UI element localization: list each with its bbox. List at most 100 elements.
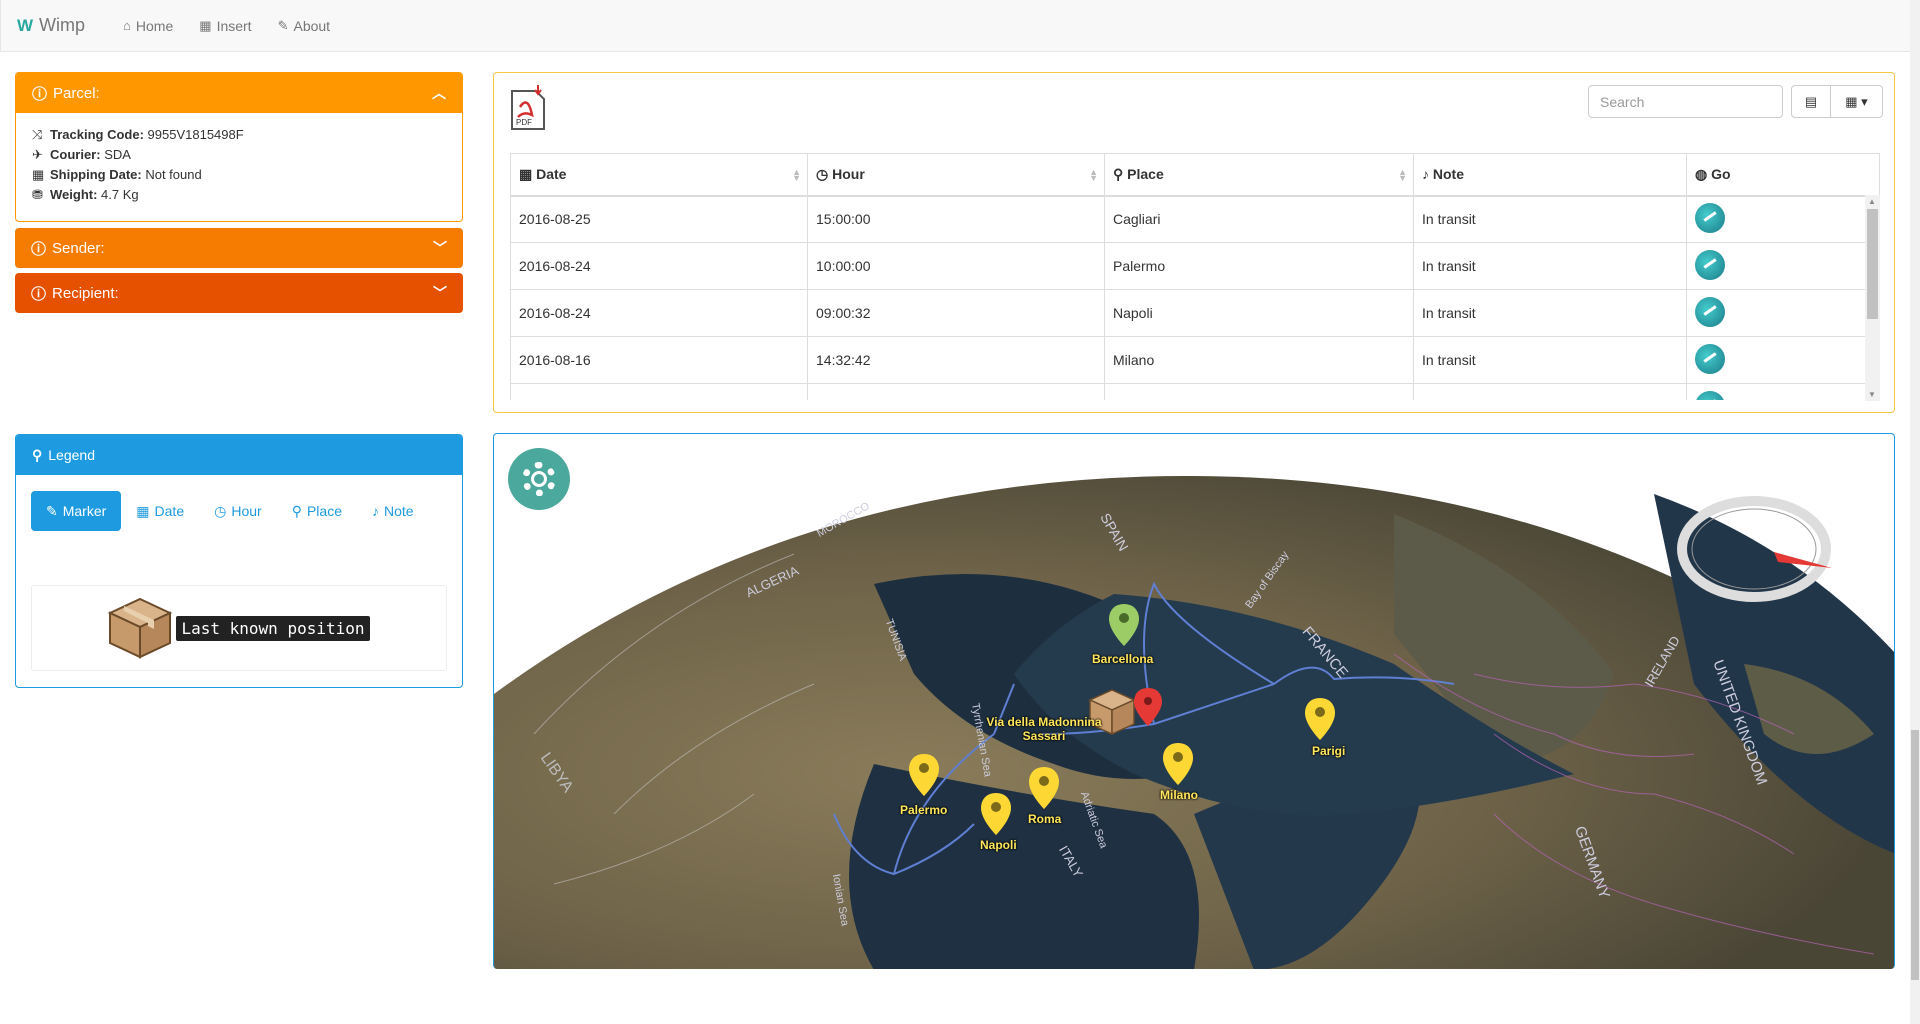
tab-hour[interactable]: ◷ Hour: [199, 491, 277, 531]
table-row[interactable]: 2016-08-16 14:32:42 Milano In transit: [510, 336, 1880, 384]
table-row[interactable]: 2016-08-25 15:00:00 Cagliari In transit: [510, 195, 1880, 243]
cell-note: In transit: [1413, 195, 1687, 243]
table-scroll-area[interactable]: ▦ Date ▲ ▼ ◷ Hour ▲ ▼ ⚲ Place ▲ ▼ ♪ Note ◍ Go …: [510, 153, 1880, 400]
cell-hour: 09:00:32: [807, 289, 1105, 337]
pdf-export-icon[interactable]: PDF: [510, 85, 546, 131]
toggle-view-button[interactable]: ▤: [1791, 85, 1831, 118]
go-to-location-icon[interactable]: [1695, 343, 1725, 374]
go-to-location-icon[interactable]: [1695, 249, 1725, 280]
scroll-thumb[interactable]: [1867, 209, 1878, 319]
table-row[interactable]: 2016-08-24 10:00:00 Palermo In transit: [510, 242, 1880, 290]
sender-header[interactable]: ⓘ Sender: ﹀: [15, 228, 463, 268]
col-hour-header[interactable]: ◷ Hour ▲ ▼: [807, 153, 1105, 197]
page-scrollbar[interactable]: [1910, 0, 1920, 1024]
parcel-details: ⤨ Tracking Code: 9955V1815498F ✈ Courier: …: [16, 113, 462, 217]
col-date-header[interactable]: ▦ Date ▲ ▼: [510, 153, 808, 197]
parcel-box-icon: [108, 597, 173, 659]
cell-go: [1686, 336, 1880, 384]
search-input[interactable]: Search: [1588, 85, 1783, 118]
go-to-location-icon[interactable]: [1695, 202, 1725, 233]
tab-note-label: Note: [383, 503, 414, 519]
col-hour-label: Hour: [832, 165, 865, 182]
recipient-title: Recipient:: [52, 284, 119, 302]
legend-header: ⚲ Legend: [16, 435, 462, 475]
table-row[interactable]: 2016-08-24 09:00:32 Napoli In transit: [510, 289, 1880, 337]
map-panel[interactable]: Barcellona Via della Madonnina Sassari P…: [493, 433, 1895, 969]
table-scrollbar[interactable]: ▲ ▼: [1865, 195, 1880, 401]
col-go-label: Go: [1711, 165, 1731, 182]
search-icon: ⚲: [32, 446, 43, 463]
sort-icon: ▲ ▼: [1089, 167, 1098, 183]
chevron-down-icon[interactable]: ﹀: [433, 283, 447, 303]
tab-hour-label: Hour: [231, 503, 262, 519]
parcel-header[interactable]: ⓘ Parcel: ︿: [16, 73, 462, 113]
cell-note: [1413, 383, 1687, 400]
cell-go: [1686, 195, 1880, 243]
go-to-location-icon[interactable]: [1695, 296, 1725, 327]
map-marker-yellow-icon[interactable]: [907, 752, 941, 798]
map-marker-icon: ⚲: [1113, 165, 1128, 182]
go-to-location-icon[interactable]: [1695, 390, 1725, 400]
sort-icon: ▲ ▼: [792, 167, 801, 183]
cell-hour: 10:00:00: [807, 242, 1105, 290]
legend-content: Last known position: [31, 585, 447, 671]
weight-label: Weight:: [50, 187, 98, 202]
page-scroll-thumb[interactable]: [1911, 730, 1919, 980]
tab-note[interactable]: ♪ Note: [357, 491, 429, 531]
settings-gear-icon[interactable]: [508, 448, 570, 510]
marker-label-palermo: Palermo: [900, 803, 948, 817]
globe-icon: ◍: [1695, 165, 1712, 182]
map-marker-yellow-icon[interactable]: [1161, 741, 1195, 787]
col-place-label: Place: [1127, 165, 1164, 182]
tab-place[interactable]: ⚲ Place: [277, 491, 357, 531]
info-icon: ⓘ: [31, 240, 47, 258]
chevron-down-icon[interactable]: ﹀: [433, 238, 447, 258]
col-go-header: ◍ Go: [1686, 153, 1880, 197]
nav-home-label: Home: [135, 17, 174, 34]
courier-value: SDA: [104, 147, 131, 162]
nav-insert[interactable]: ▦ Insert: [199, 18, 251, 34]
table-row[interactable]: [510, 383, 1880, 400]
compass-icon[interactable]: [1674, 494, 1834, 604]
sender-panel[interactable]: ⓘ Sender: ﹀: [15, 228, 463, 268]
map-marker-yellow-icon[interactable]: [1303, 696, 1337, 742]
recipient-header[interactable]: ⓘ Recipient: ﹀: [15, 273, 463, 313]
recipient-panel[interactable]: ⓘ Recipient: ﹀: [15, 273, 463, 313]
chevron-up-icon[interactable]: ︿: [432, 83, 446, 103]
cell-date: 2016-08-24: [510, 242, 808, 290]
scroll-up-icon[interactable]: ▲: [1868, 197, 1876, 206]
cell-hour: 14:32:42: [807, 336, 1105, 384]
table-toolbar: ▤ ▦ ▾: [1791, 85, 1883, 118]
map-marker-yellow-icon[interactable]: [1027, 765, 1061, 811]
cell-date: [510, 383, 808, 400]
marker-label-napoli: Napoli: [980, 838, 1017, 852]
calendar-icon: ▦: [32, 167, 45, 182]
bell-icon: ♪: [371, 503, 379, 519]
map-marker-green-icon[interactable]: [1107, 602, 1141, 648]
cell-hour: [807, 383, 1105, 400]
columns-dropdown-button[interactable]: ▦ ▾: [1831, 85, 1883, 118]
cell-note: In transit: [1413, 289, 1687, 337]
tab-marker[interactable]: ✎ Marker: [31, 491, 122, 531]
brand-link[interactable]: W Wimp: [17, 15, 85, 36]
marker-label-milano: Milano: [1160, 788, 1198, 802]
scroll-down-icon[interactable]: ▼: [1868, 390, 1876, 399]
nav-home[interactable]: ⌂ Home: [123, 18, 173, 34]
col-place-header[interactable]: ⚲ Place ▲ ▼: [1104, 153, 1414, 197]
marker-label-roma: Roma: [1028, 812, 1062, 826]
col-note-header[interactable]: ♪ Note: [1413, 153, 1687, 197]
courier-row: ✈ Courier: SDA: [32, 145, 446, 165]
tab-date[interactable]: ▦ Date: [121, 491, 199, 531]
tab-marker-label: Marker: [62, 503, 107, 519]
weight-row: ⛃ Weight: 4.7 Kg: [32, 185, 446, 205]
table-header-row: ▦ Date ▲ ▼ ◷ Hour ▲ ▼ ⚲ Place ▲ ▼ ♪ Note ◍ Go: [510, 153, 1880, 197]
marker-label-sassari: Via della Madonnina Sassari: [986, 715, 1102, 743]
nav-about[interactable]: ✎ About: [278, 18, 331, 34]
map-marker-yellow-icon[interactable]: [979, 791, 1013, 837]
tab-place-label: Place: [306, 503, 342, 519]
calendar-icon: ▦: [136, 502, 150, 519]
col-note-label: Note: [1432, 166, 1465, 183]
legend-tabs: ✎ Marker ▦ Date ◷ Hour ⚲ Place ♪ Note: [16, 475, 462, 531]
cell-place: Palermo: [1104, 242, 1414, 290]
legend-panel: ⚲ Legend ✎ Marker ▦ Date ◷ Hour ⚲ Place ♪ Not…: [15, 434, 463, 688]
